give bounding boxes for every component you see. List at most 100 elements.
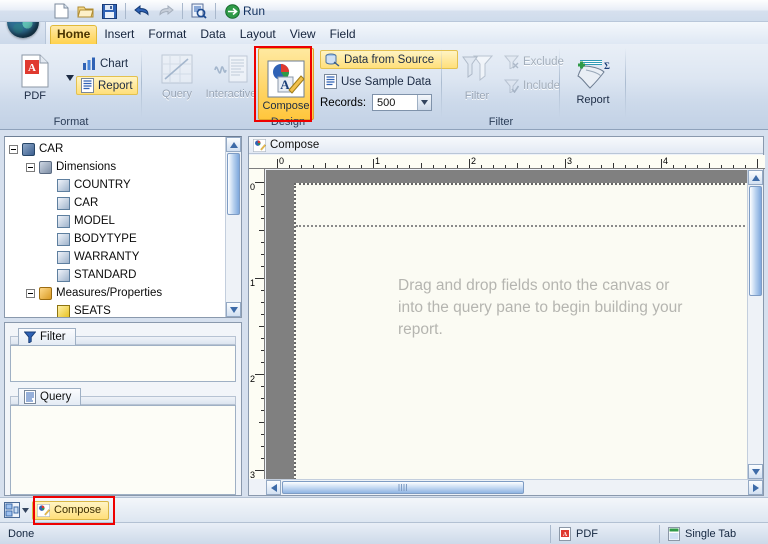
scroll-down-button[interactable] <box>226 302 241 317</box>
ruler-tick <box>261 290 264 291</box>
report-document-icon <box>81 78 94 93</box>
metadata-tree[interactable]: CAR Dimensions COUNTRY CAR MODEL BODYTYPE WARR… <box>4 136 242 318</box>
add-report-button[interactable]: Σ Report <box>566 52 620 106</box>
tree-item-measures-properties[interactable]: Measures/Properties <box>9 284 225 302</box>
tree-item-country[interactable]: COUNTRY <box>9 176 225 194</box>
chart-button[interactable]: Chart <box>78 54 132 73</box>
menu-item-format[interactable]: Format <box>141 25 193 44</box>
tree-scroll-thumb[interactable] <box>227 153 240 215</box>
chevron-right-icon <box>752 483 759 492</box>
horizontal-ruler[interactable]: 0 1 2 3 4 <box>249 155 765 169</box>
compose-button[interactable]: A Compose <box>258 48 314 120</box>
tree-item-bodytype[interactable]: BODYTYPE <box>9 230 225 248</box>
canvas-scroll-left-button[interactable] <box>266 480 281 495</box>
chevron-down-icon[interactable] <box>417 95 432 110</box>
tree-collapse-toggle[interactable] <box>26 288 35 298</box>
tree-item-car[interactable]: CAR <box>9 194 225 212</box>
tree-item-car[interactable]: CAR <box>9 140 225 158</box>
pdf-button[interactable]: A PDF <box>8 50 62 102</box>
filter-button[interactable]: Filter <box>450 50 504 102</box>
save-button[interactable] <box>98 1 120 21</box>
ruler-tick <box>661 159 662 168</box>
data-from-source-button[interactable]: Data from Source <box>320 50 458 69</box>
tree-item-warranty[interactable]: WARRANTY <box>9 248 225 266</box>
tree-collapse-toggle[interactable] <box>9 144 18 154</box>
canvas-vertical-scrollbar[interactable] <box>747 170 763 479</box>
preview-button[interactable] <box>188 1 210 21</box>
tree-item-seats[interactable]: SEATS <box>9 302 225 317</box>
include-button[interactable]: Include <box>500 76 564 95</box>
compose-icon <box>37 503 50 517</box>
format-dropdown-arrow[interactable] <box>66 72 74 81</box>
canvas-hscroll-thumb[interactable] <box>282 481 524 494</box>
pdf-icon: A <box>559 526 571 541</box>
canvas-scroll-up-button[interactable] <box>748 170 763 185</box>
layout-switch-button[interactable] <box>4 502 29 518</box>
exclude-button[interactable]: Exclude <box>500 52 568 71</box>
ruler-tick <box>433 165 434 168</box>
report-format-button[interactable]: Report <box>76 76 138 95</box>
query-panel-label: Query <box>40 391 72 403</box>
ruler-tick <box>261 242 264 243</box>
query-tab[interactable]: Query <box>18 388 82 405</box>
menu-item-field[interactable]: Field <box>323 25 363 44</box>
run-button[interactable]: Run <box>221 1 269 21</box>
chevron-up-icon <box>751 174 760 181</box>
filter-panel-body[interactable] <box>10 345 236 382</box>
cube-icon <box>22 142 35 156</box>
chevron-up-icon <box>229 141 238 148</box>
scroll-up-button[interactable] <box>226 137 241 152</box>
bottom-tab-strip: Compose <box>0 497 768 522</box>
page-header-divider <box>296 225 747 227</box>
tree-collapse-toggle[interactable] <box>26 162 35 172</box>
tree-item-dimensions[interactable]: Dimensions <box>9 158 225 176</box>
menu-item-insert[interactable]: Insert <box>97 25 141 44</box>
rail-left-2 <box>10 396 18 405</box>
report-canvas[interactable]: Drag and drop fields onto the canvas or … <box>266 170 747 479</box>
ruler-tick <box>637 165 638 168</box>
field-icon <box>57 196 70 210</box>
ruler-tick <box>541 165 542 168</box>
canvas-scroll-right-button[interactable] <box>748 480 763 495</box>
filter-tab[interactable]: Filter <box>18 328 76 345</box>
tree-item-label: BODYTYPE <box>74 233 137 245</box>
undo-arrow-icon <box>134 4 149 16</box>
undo-button[interactable] <box>131 1 153 21</box>
chart-icon <box>83 57 95 70</box>
measure-field-icon <box>57 304 70 317</box>
filter-panel-label: Filter <box>40 331 66 343</box>
tree-item-label: WARRANTY <box>74 251 140 263</box>
interactive-button[interactable]: Interactive <box>204 50 258 100</box>
menu-item-layout[interactable]: Layout <box>233 25 283 44</box>
records-select[interactable]: 500 <box>372 94 433 111</box>
vertical-ruler[interactable]: 0 1 2 3 <box>249 169 265 479</box>
menu-item-home[interactable]: Home <box>50 25 98 44</box>
records-label: Records: <box>320 96 367 109</box>
canvas-scroll-down-button[interactable] <box>748 464 763 479</box>
canvas-vscroll-thumb[interactable] <box>749 186 762 296</box>
single-tab-icon <box>668 526 680 541</box>
open-file-button[interactable] <box>74 1 96 21</box>
tree-item-standard[interactable]: STANDARD <box>9 266 225 284</box>
tree-item-model[interactable]: MODEL <box>9 212 225 230</box>
tree-vertical-scrollbar[interactable] <box>225 137 241 317</box>
redo-button[interactable] <box>155 1 177 21</box>
menu-item-view[interactable]: View <box>283 25 323 44</box>
query-button[interactable]: Query <box>150 50 204 100</box>
ruler-tick <box>553 165 554 168</box>
report-page[interactable]: Drag and drop fields onto the canvas or … <box>294 183 747 479</box>
ribbon-group-filter-label: Filter <box>488 116 514 128</box>
ruler-tick <box>261 362 264 363</box>
query-panel-body[interactable] <box>10 405 236 495</box>
canvas-horizontal-scrollbar[interactable] <box>266 479 763 495</box>
use-sample-data-button[interactable]: Use Sample Data <box>320 72 435 91</box>
preview-magnifier-icon <box>191 3 207 19</box>
interactive-icon <box>214 55 248 83</box>
status-tabmode-cell[interactable]: Single Tab <box>660 523 768 544</box>
tab-compose[interactable]: Compose <box>32 500 110 520</box>
new-document-button[interactable] <box>50 1 72 21</box>
status-format-cell[interactable]: A PDF <box>551 523 659 544</box>
quick-access-toolbar: Run <box>0 0 768 22</box>
ruler-tick <box>261 194 264 195</box>
menu-item-data[interactable]: Data <box>193 25 232 44</box>
